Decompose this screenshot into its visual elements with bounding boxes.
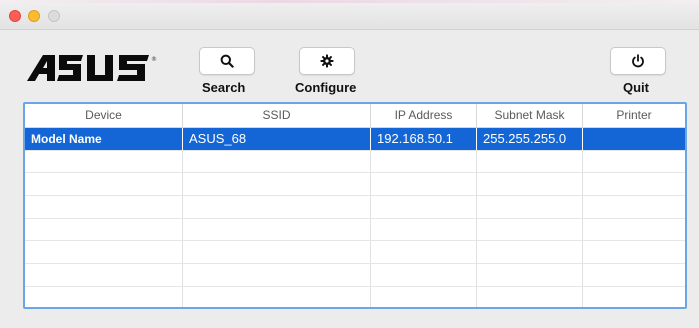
cell-printer bbox=[583, 219, 685, 241]
zoom-window-button[interactable] bbox=[48, 10, 60, 22]
table-row[interactable] bbox=[25, 264, 685, 287]
trademark-symbol: ® bbox=[151, 56, 157, 63]
cell-ssid bbox=[183, 150, 371, 173]
search-icon bbox=[220, 54, 234, 68]
column-header-subnet-mask[interactable]: Subnet Mask bbox=[477, 104, 583, 128]
cell-subnet-mask bbox=[477, 218, 583, 241]
cell-ip-address bbox=[371, 264, 477, 286]
cell-ip-address bbox=[371, 150, 477, 173]
cell-device bbox=[25, 150, 183, 173]
cell-printer bbox=[583, 196, 685, 218]
configure-label[interactable]: Configure bbox=[295, 80, 356, 95]
column-header-printer[interactable]: Printer bbox=[583, 104, 685, 128]
column-header-ssid[interactable]: SSID bbox=[183, 104, 371, 128]
device-table[interactable]: Device SSID IP Address Subnet Mask Print… bbox=[23, 102, 687, 309]
table-body: Model Name ASUS_68 192.168.50.1 255.255.… bbox=[25, 128, 685, 307]
cell-printer bbox=[583, 264, 685, 286]
gear-icon bbox=[320, 54, 334, 68]
cell-ip-address bbox=[371, 218, 477, 241]
cell-device bbox=[25, 173, 183, 196]
cell-subnet-mask bbox=[477, 150, 583, 173]
column-header-ip-address[interactable]: IP Address bbox=[371, 104, 477, 128]
cell-printer bbox=[583, 173, 685, 195]
cell-device bbox=[25, 286, 183, 307]
asus-logo: ® bbox=[27, 55, 157, 81]
configure-button[interactable] bbox=[299, 47, 355, 75]
cell-printer bbox=[583, 128, 685, 150]
cell-device: Model Name bbox=[25, 128, 183, 150]
table-row-selected[interactable]: Model Name ASUS_68 192.168.50.1 255.255.… bbox=[25, 128, 685, 151]
cell-ssid bbox=[183, 241, 371, 264]
cell-ip-address bbox=[371, 196, 477, 218]
cell-device bbox=[25, 218, 183, 241]
cell-device bbox=[25, 241, 183, 264]
cell-ssid: ASUS_68 bbox=[183, 128, 371, 150]
table-row[interactable] bbox=[25, 196, 685, 219]
cell-printer bbox=[583, 287, 685, 307]
cell-subnet-mask bbox=[477, 286, 583, 307]
cell-ip-address: 192.168.50.1 bbox=[371, 128, 477, 150]
cell-device bbox=[25, 196, 183, 218]
column-header-device[interactable]: Device bbox=[25, 104, 183, 128]
cell-subnet-mask bbox=[477, 264, 583, 286]
power-icon bbox=[632, 54, 644, 68]
cell-device bbox=[25, 264, 183, 286]
search-label[interactable]: Search bbox=[202, 80, 245, 95]
table-row[interactable] bbox=[25, 173, 685, 197]
cell-subnet-mask: 255.255.255.0 bbox=[477, 128, 583, 150]
table-row[interactable] bbox=[25, 218, 685, 242]
cell-ssid bbox=[183, 196, 371, 218]
table-row[interactable] bbox=[25, 286, 685, 307]
cell-printer bbox=[583, 151, 685, 173]
cell-ip-address bbox=[371, 286, 477, 307]
cell-ssid bbox=[183, 264, 371, 286]
cell-ssid bbox=[183, 286, 371, 307]
cell-printer bbox=[583, 241, 685, 263]
cell-ssid bbox=[183, 218, 371, 241]
cell-ip-address bbox=[371, 173, 477, 196]
cell-ip-address bbox=[371, 241, 477, 264]
close-window-button[interactable] bbox=[9, 10, 21, 22]
app-window: ® Search Configure Quit Device SSID IP A… bbox=[0, 0, 699, 328]
table-row[interactable] bbox=[25, 241, 685, 265]
cell-ssid bbox=[183, 173, 371, 196]
table-header: Device SSID IP Address Subnet Mask Print… bbox=[25, 104, 685, 128]
cell-subnet-mask bbox=[477, 196, 583, 218]
minimize-window-button[interactable] bbox=[28, 10, 40, 22]
title-bar bbox=[0, 0, 699, 30]
quit-button[interactable] bbox=[610, 47, 666, 75]
cell-subnet-mask bbox=[477, 241, 583, 264]
table-row[interactable] bbox=[25, 150, 685, 174]
search-button[interactable] bbox=[199, 47, 255, 75]
quit-label[interactable]: Quit bbox=[623, 80, 649, 95]
cell-subnet-mask bbox=[477, 173, 583, 196]
